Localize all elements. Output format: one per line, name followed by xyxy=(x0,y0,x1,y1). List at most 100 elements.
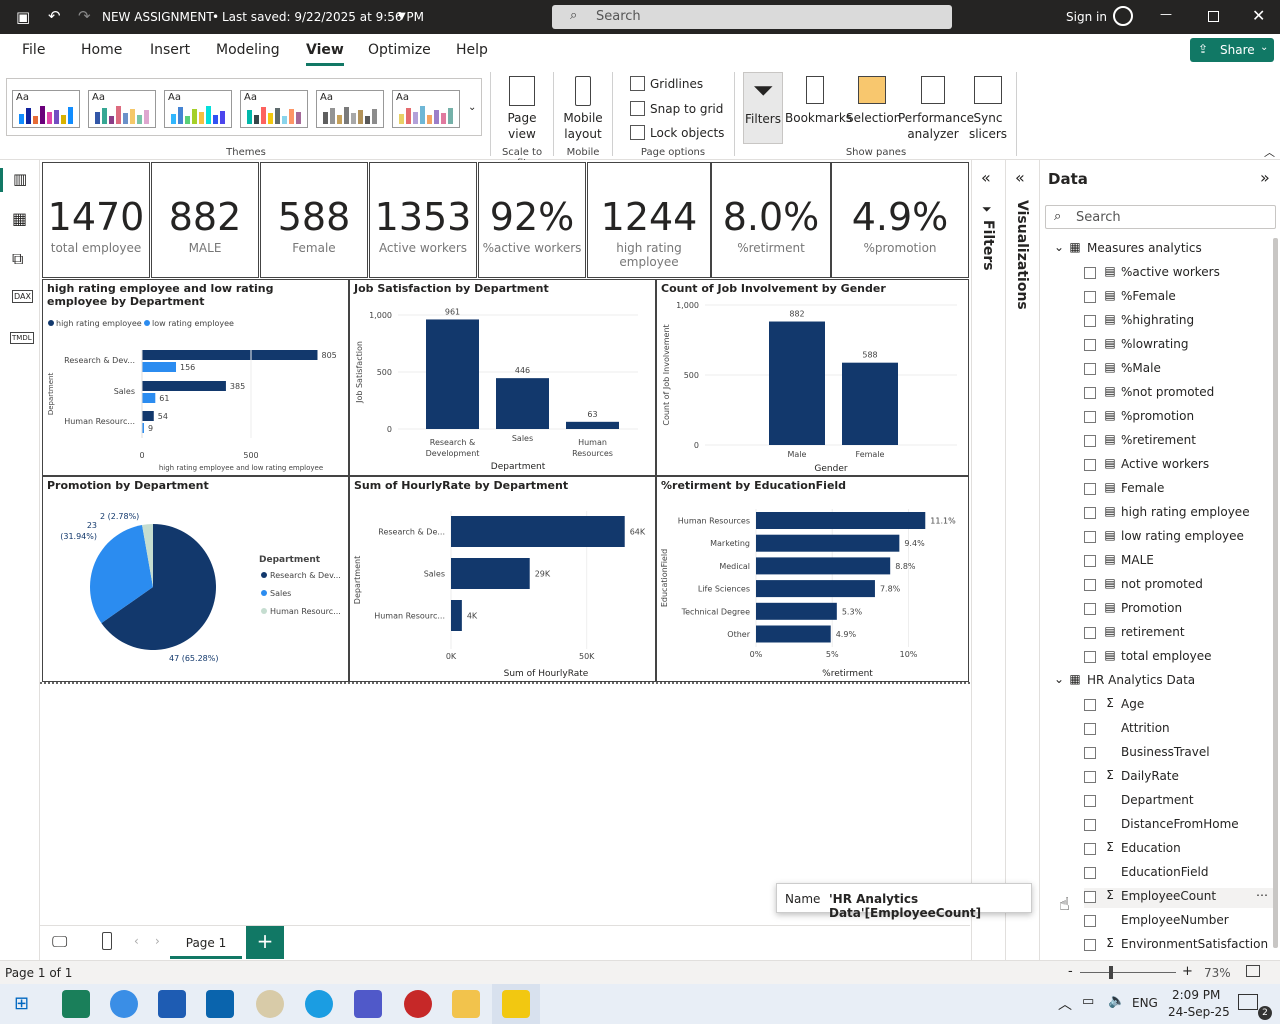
save-icon[interactable]: ▣ xyxy=(16,8,30,26)
chart-job-satisfaction[interactable]: Job Satisfaction by Department 0 500 1,000… xyxy=(349,279,656,476)
undo-icon[interactable]: ↶ xyxy=(48,7,61,25)
field-item[interactable]: ▤ not promoted xyxy=(1084,576,1264,596)
field-item[interactable]: ▤ %highrating xyxy=(1084,312,1264,332)
kpi-card[interactable]: 8.0% %retirment xyxy=(711,162,831,278)
field-checkbox[interactable] xyxy=(1084,411,1096,423)
field-item[interactable]: ▤ %active workers xyxy=(1084,264,1264,284)
teams-icon[interactable] xyxy=(354,990,382,1018)
kpi-card[interactable]: 4.9% %promotion xyxy=(831,162,969,278)
performance-analyzer-button[interactable]: Performance analyzer xyxy=(898,76,974,142)
field-checkbox[interactable] xyxy=(1084,579,1096,591)
field-item[interactable]: ▤ MALE xyxy=(1084,552,1264,572)
page-tab[interactable]: Page 1 xyxy=(170,926,242,959)
edge-icon[interactable] xyxy=(305,990,333,1018)
field-checkbox[interactable] xyxy=(1084,555,1096,567)
field-checkbox[interactable] xyxy=(1084,291,1096,303)
field-checkbox[interactable] xyxy=(1084,435,1096,447)
menu-view[interactable]: View xyxy=(306,42,344,66)
filters-pane-button[interactable]: ⏷ Filters xyxy=(743,72,783,144)
field-item[interactable]: EducationField xyxy=(1084,864,1264,884)
chevron-up-icon[interactable]: ︿ xyxy=(1058,994,1072,1014)
theme-thumb[interactable]: Aa xyxy=(12,90,80,128)
kpi-card[interactable]: 1353 Active workers xyxy=(369,162,477,278)
menu-file[interactable]: File xyxy=(22,42,45,58)
field-checkbox[interactable] xyxy=(1084,603,1096,615)
windows-start-icon[interactable]: ⊞ xyxy=(14,993,29,1014)
network-icon[interactable]: ▭ xyxy=(1082,994,1094,1009)
app-icon[interactable] xyxy=(404,990,432,1018)
field-item[interactable]: ▤ Promotion xyxy=(1084,600,1264,620)
expand-icon[interactable]: « xyxy=(981,168,991,187)
bookmarks-pane-button[interactable]: Bookmarks xyxy=(785,76,852,126)
minimize-icon[interactable]: — xyxy=(1160,7,1172,21)
chart-job-involvement[interactable]: Count of Job Involvement by Gender 0 500 1… xyxy=(656,279,969,476)
zoom-out-icon[interactable]: - xyxy=(1068,964,1073,979)
theme-thumb[interactable]: Aa xyxy=(240,90,308,128)
field-item[interactable]: Σ DailyRate xyxy=(1084,768,1264,788)
gridlines-checkbox[interactable] xyxy=(630,76,645,91)
notification-icon[interactable] xyxy=(1238,994,1258,1010)
field-item[interactable]: Σ Age xyxy=(1084,696,1264,716)
calculator-icon[interactable] xyxy=(62,990,90,1018)
field-checkbox[interactable] xyxy=(1084,723,1096,735)
field-checkbox[interactable] xyxy=(1084,507,1096,519)
chart-retirement[interactable]: %retirment by EducationField 0% 5% 10% Huma… xyxy=(656,476,969,682)
fit-to-page-icon[interactable] xyxy=(1246,965,1260,977)
file-explorer-icon[interactable] xyxy=(452,990,480,1018)
field-checkbox[interactable] xyxy=(1084,699,1096,711)
menu-optimize[interactable]: Optimize xyxy=(368,42,431,58)
field-checkbox[interactable] xyxy=(1084,387,1096,399)
volume-icon[interactable]: 🔈 xyxy=(1108,993,1125,1009)
chart-rating-by-department[interactable]: high rating employee and low rating empl… xyxy=(42,279,349,476)
sync-slicers-button[interactable]: Sync slicers xyxy=(968,76,1008,142)
field-item[interactable]: ▤ Active workers xyxy=(1084,456,1264,476)
field-item[interactable]: Department xyxy=(1084,792,1264,812)
expand-icon[interactable]: « xyxy=(1015,168,1025,187)
visualizations-pane-collapsed[interactable]: « Visualizations xyxy=(1005,160,1039,960)
field-checkbox[interactable] xyxy=(1084,939,1096,951)
field-item[interactable]: ▤ Female xyxy=(1084,480,1264,500)
prev-page-icon[interactable]: ‹ xyxy=(134,934,139,948)
tmdl-view-icon[interactable]: TMDL xyxy=(10,332,34,344)
menu-home[interactable]: Home xyxy=(81,42,122,58)
report-view-icon[interactable]: ▥ xyxy=(13,170,27,188)
language-indicator[interactable]: ENG xyxy=(1132,996,1158,1010)
collapse-ribbon-icon[interactable]: ︿ xyxy=(1264,144,1275,160)
menu-modeling[interactable]: Modeling xyxy=(216,42,280,58)
field-checkbox[interactable] xyxy=(1084,651,1096,663)
next-page-icon[interactable]: › xyxy=(155,934,160,948)
field-checkbox[interactable] xyxy=(1084,771,1096,783)
copilot-icon[interactable] xyxy=(110,990,138,1018)
scrollbar[interactable] xyxy=(1273,238,1278,948)
chart-promotion[interactable]: Promotion by Department 47 (65.28%) 23 (31… xyxy=(42,476,349,682)
close-icon[interactable]: ✕ xyxy=(1252,6,1265,25)
store-icon[interactable] xyxy=(158,990,186,1018)
field-checkbox[interactable] xyxy=(1084,627,1096,639)
field-checkbox[interactable] xyxy=(1084,915,1096,927)
collapse-pane-icon[interactable]: » xyxy=(1260,168,1270,187)
desktop-view-icon[interactable]: 🖵 xyxy=(52,932,67,952)
field-checkbox[interactable] xyxy=(1084,483,1096,495)
kpi-card[interactable]: 588 Female xyxy=(260,162,368,278)
zoom-in-icon[interactable]: + xyxy=(1182,964,1193,979)
theme-thumb[interactable]: Aa xyxy=(164,90,232,128)
field-item[interactable]: ▤ retirement xyxy=(1084,624,1264,644)
mobile-layout-button[interactable]: Mobile layout xyxy=(560,76,606,142)
table-view-icon[interactable]: ▦ xyxy=(12,209,27,228)
kpi-card[interactable]: 1470 total employee xyxy=(42,162,150,278)
field-item[interactable]: ▤ total employee xyxy=(1084,648,1264,668)
menu-help[interactable]: Help xyxy=(456,42,488,58)
zoom-slider[interactable] xyxy=(1080,972,1176,973)
theme-thumb[interactable]: Aa xyxy=(392,90,460,128)
search-box[interactable]: ⌕ Search xyxy=(552,5,952,29)
chevron-down-icon[interactable]: ▼ xyxy=(398,11,406,22)
field-item[interactable]: Σ EmployeeCount ⋯ xyxy=(1084,888,1274,908)
field-checkbox[interactable] xyxy=(1084,819,1096,831)
selection-pane-button[interactable]: Selection xyxy=(846,76,901,126)
field-checkbox[interactable] xyxy=(1084,843,1096,855)
kpi-card[interactable]: 1244 high rating employee xyxy=(587,162,711,278)
zoom-slider-handle[interactable] xyxy=(1109,966,1113,979)
field-item[interactable]: ▤ %Female xyxy=(1084,288,1264,308)
field-item[interactable]: ▤ %retirement xyxy=(1084,432,1264,452)
add-page-button[interactable]: + xyxy=(246,926,284,959)
